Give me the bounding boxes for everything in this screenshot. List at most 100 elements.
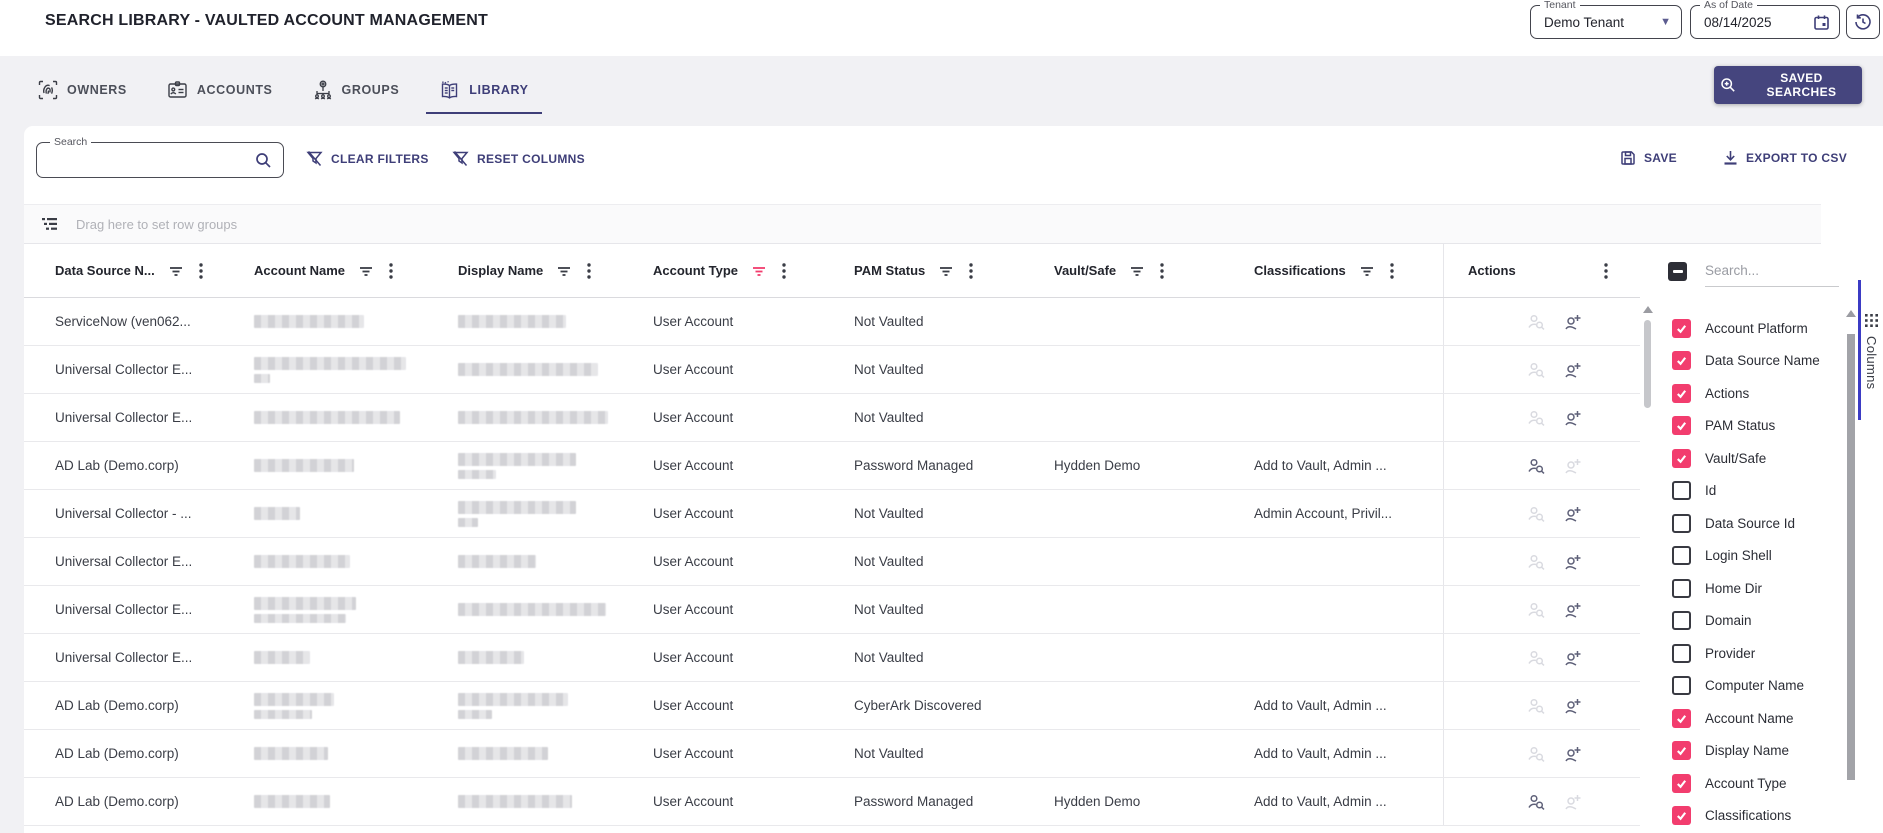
person-add-icon[interactable] xyxy=(1563,361,1582,379)
checkbox-icon[interactable] xyxy=(1672,741,1691,760)
checkbox-icon[interactable] xyxy=(1672,416,1691,435)
person-add-icon[interactable] xyxy=(1563,409,1582,427)
column-toggle-item[interactable]: Vault/Safe xyxy=(1672,448,1845,468)
person-add-icon[interactable] xyxy=(1563,601,1582,619)
checkbox-icon[interactable] xyxy=(1672,676,1691,695)
history-button[interactable] xyxy=(1846,5,1880,39)
tab-owners[interactable]: OWNERS xyxy=(25,68,140,114)
column-toggle-item[interactable]: Display Name xyxy=(1672,741,1845,761)
checkbox-icon[interactable] xyxy=(1672,351,1691,370)
table-scrollbar-thumb[interactable] xyxy=(1644,320,1651,408)
column-header-pam-status[interactable]: PAM Status xyxy=(838,244,1038,297)
person-search-icon[interactable] xyxy=(1527,457,1546,475)
tab-accounts[interactable]: ACCOUNTS xyxy=(154,68,286,114)
person-add-icon[interactable] xyxy=(1563,745,1582,763)
person-add-icon[interactable] xyxy=(1563,457,1582,475)
person-search-icon[interactable] xyxy=(1527,601,1546,619)
filter-icon[interactable] xyxy=(557,264,571,278)
scroll-up-icon[interactable] xyxy=(1643,306,1653,313)
calendar-icon[interactable] xyxy=(1813,14,1830,31)
column-toggle-item[interactable]: Data Source Id xyxy=(1672,513,1845,533)
saved-searches-button[interactable]: SAVED SEARCHES xyxy=(1714,66,1862,104)
checkbox-icon[interactable] xyxy=(1672,579,1691,598)
column-toggle-item[interactable]: PAM Status xyxy=(1672,416,1845,436)
column-toggle-item[interactable]: Account Type xyxy=(1672,773,1845,793)
person-add-icon[interactable] xyxy=(1563,793,1582,811)
panel-scrollbar-thumb[interactable] xyxy=(1847,334,1855,780)
row-group-panel[interactable]: Drag here to set row groups xyxy=(24,204,1821,244)
checkbox-icon[interactable] xyxy=(1672,709,1691,728)
person-search-icon[interactable] xyxy=(1527,745,1546,763)
column-header-vault-safe[interactable]: Vault/Safe xyxy=(1038,244,1238,297)
scroll-up-icon[interactable] xyxy=(1846,310,1856,317)
filter-icon[interactable] xyxy=(1360,264,1374,278)
person-add-icon[interactable] xyxy=(1563,649,1582,667)
column-menu-icon[interactable] xyxy=(199,263,203,279)
person-search-icon[interactable] xyxy=(1527,409,1546,427)
column-header-actions[interactable]: Actions xyxy=(1443,244,1640,297)
person-add-icon[interactable] xyxy=(1563,505,1582,523)
tenant-select[interactable]: Tenant Demo Tenant ▼ xyxy=(1530,5,1682,39)
column-menu-icon[interactable] xyxy=(1160,263,1164,279)
columns-search-input[interactable] xyxy=(1705,260,1839,287)
column-toggle-item[interactable]: Id xyxy=(1672,481,1845,501)
column-toggle-item[interactable]: Provider xyxy=(1672,643,1845,663)
person-search-icon[interactable] xyxy=(1527,361,1546,379)
checkbox-icon[interactable] xyxy=(1672,481,1691,500)
checkbox-icon[interactable] xyxy=(1672,644,1691,663)
column-toggle-item[interactable]: Login Shell xyxy=(1672,546,1845,566)
person-add-icon[interactable] xyxy=(1563,697,1582,715)
person-search-icon[interactable] xyxy=(1527,313,1546,331)
table-scrollbar[interactable] xyxy=(1640,302,1656,833)
filter-icon[interactable] xyxy=(169,264,183,278)
checkbox-icon[interactable] xyxy=(1672,806,1691,825)
select-all-columns-checkbox[interactable] xyxy=(1668,262,1687,281)
column-header-classifications[interactable]: Classifications xyxy=(1238,244,1443,297)
checkbox-icon[interactable] xyxy=(1672,319,1691,338)
save-button[interactable]: SAVE xyxy=(1620,150,1677,166)
person-search-icon[interactable] xyxy=(1527,505,1546,523)
person-add-icon[interactable] xyxy=(1563,313,1582,331)
panel-scrollbar[interactable] xyxy=(1846,306,1856,833)
checkbox-icon[interactable] xyxy=(1672,449,1691,468)
column-menu-icon[interactable] xyxy=(782,263,786,279)
column-menu-icon[interactable] xyxy=(587,263,591,279)
as-of-date-field[interactable]: As of Date 08/14/2025 xyxy=(1690,5,1840,39)
column-header-display-name[interactable]: Display Name xyxy=(438,244,634,297)
column-toggle-item[interactable]: Actions xyxy=(1672,383,1845,403)
person-search-icon[interactable] xyxy=(1527,649,1546,667)
column-header-account-type[interactable]: Account Type xyxy=(634,244,838,297)
column-toggle-item[interactable]: Domain xyxy=(1672,611,1845,631)
filter-icon[interactable] xyxy=(359,264,373,278)
checkbox-icon[interactable] xyxy=(1672,774,1691,793)
reset-columns-button[interactable]: RESET COLUMNS xyxy=(452,150,585,167)
checkbox-icon[interactable] xyxy=(1672,384,1691,403)
column-toggle-item[interactable]: Data Source Name xyxy=(1672,351,1845,371)
person-search-icon[interactable] xyxy=(1527,793,1546,811)
column-menu-icon[interactable] xyxy=(1390,263,1394,279)
column-toggle-item[interactable]: Account Platform xyxy=(1672,318,1845,338)
columns-panel-tab[interactable]: Columns xyxy=(1864,314,1879,389)
filter-icon[interactable] xyxy=(752,264,766,278)
column-toggle-item[interactable]: Classifications xyxy=(1672,806,1845,826)
search-icon[interactable] xyxy=(255,152,272,169)
person-search-icon[interactable] xyxy=(1527,553,1546,571)
filter-icon[interactable] xyxy=(939,264,953,278)
column-header-account-name[interactable]: Account Name xyxy=(234,244,438,297)
tab-groups[interactable]: GROUPS xyxy=(300,68,413,114)
column-menu-icon[interactable] xyxy=(969,263,973,279)
tab-library[interactable]: LIBRARY xyxy=(426,68,541,114)
column-toggle-item[interactable]: Computer Name xyxy=(1672,676,1845,696)
column-toggle-item[interactable]: Home Dir xyxy=(1672,578,1845,598)
person-add-icon[interactable] xyxy=(1563,553,1582,571)
column-menu-icon[interactable] xyxy=(1604,263,1608,279)
column-toggle-item[interactable]: Account Name xyxy=(1672,708,1845,728)
filter-icon[interactable] xyxy=(1130,264,1144,278)
person-search-icon[interactable] xyxy=(1527,697,1546,715)
search-input[interactable] xyxy=(37,153,255,168)
checkbox-icon[interactable] xyxy=(1672,611,1691,630)
checkbox-icon[interactable] xyxy=(1672,546,1691,565)
column-menu-icon[interactable] xyxy=(389,263,393,279)
clear-filters-button[interactable]: CLEAR FILTERS xyxy=(306,150,429,167)
column-header-data-source[interactable]: Data Source N... xyxy=(24,244,234,297)
